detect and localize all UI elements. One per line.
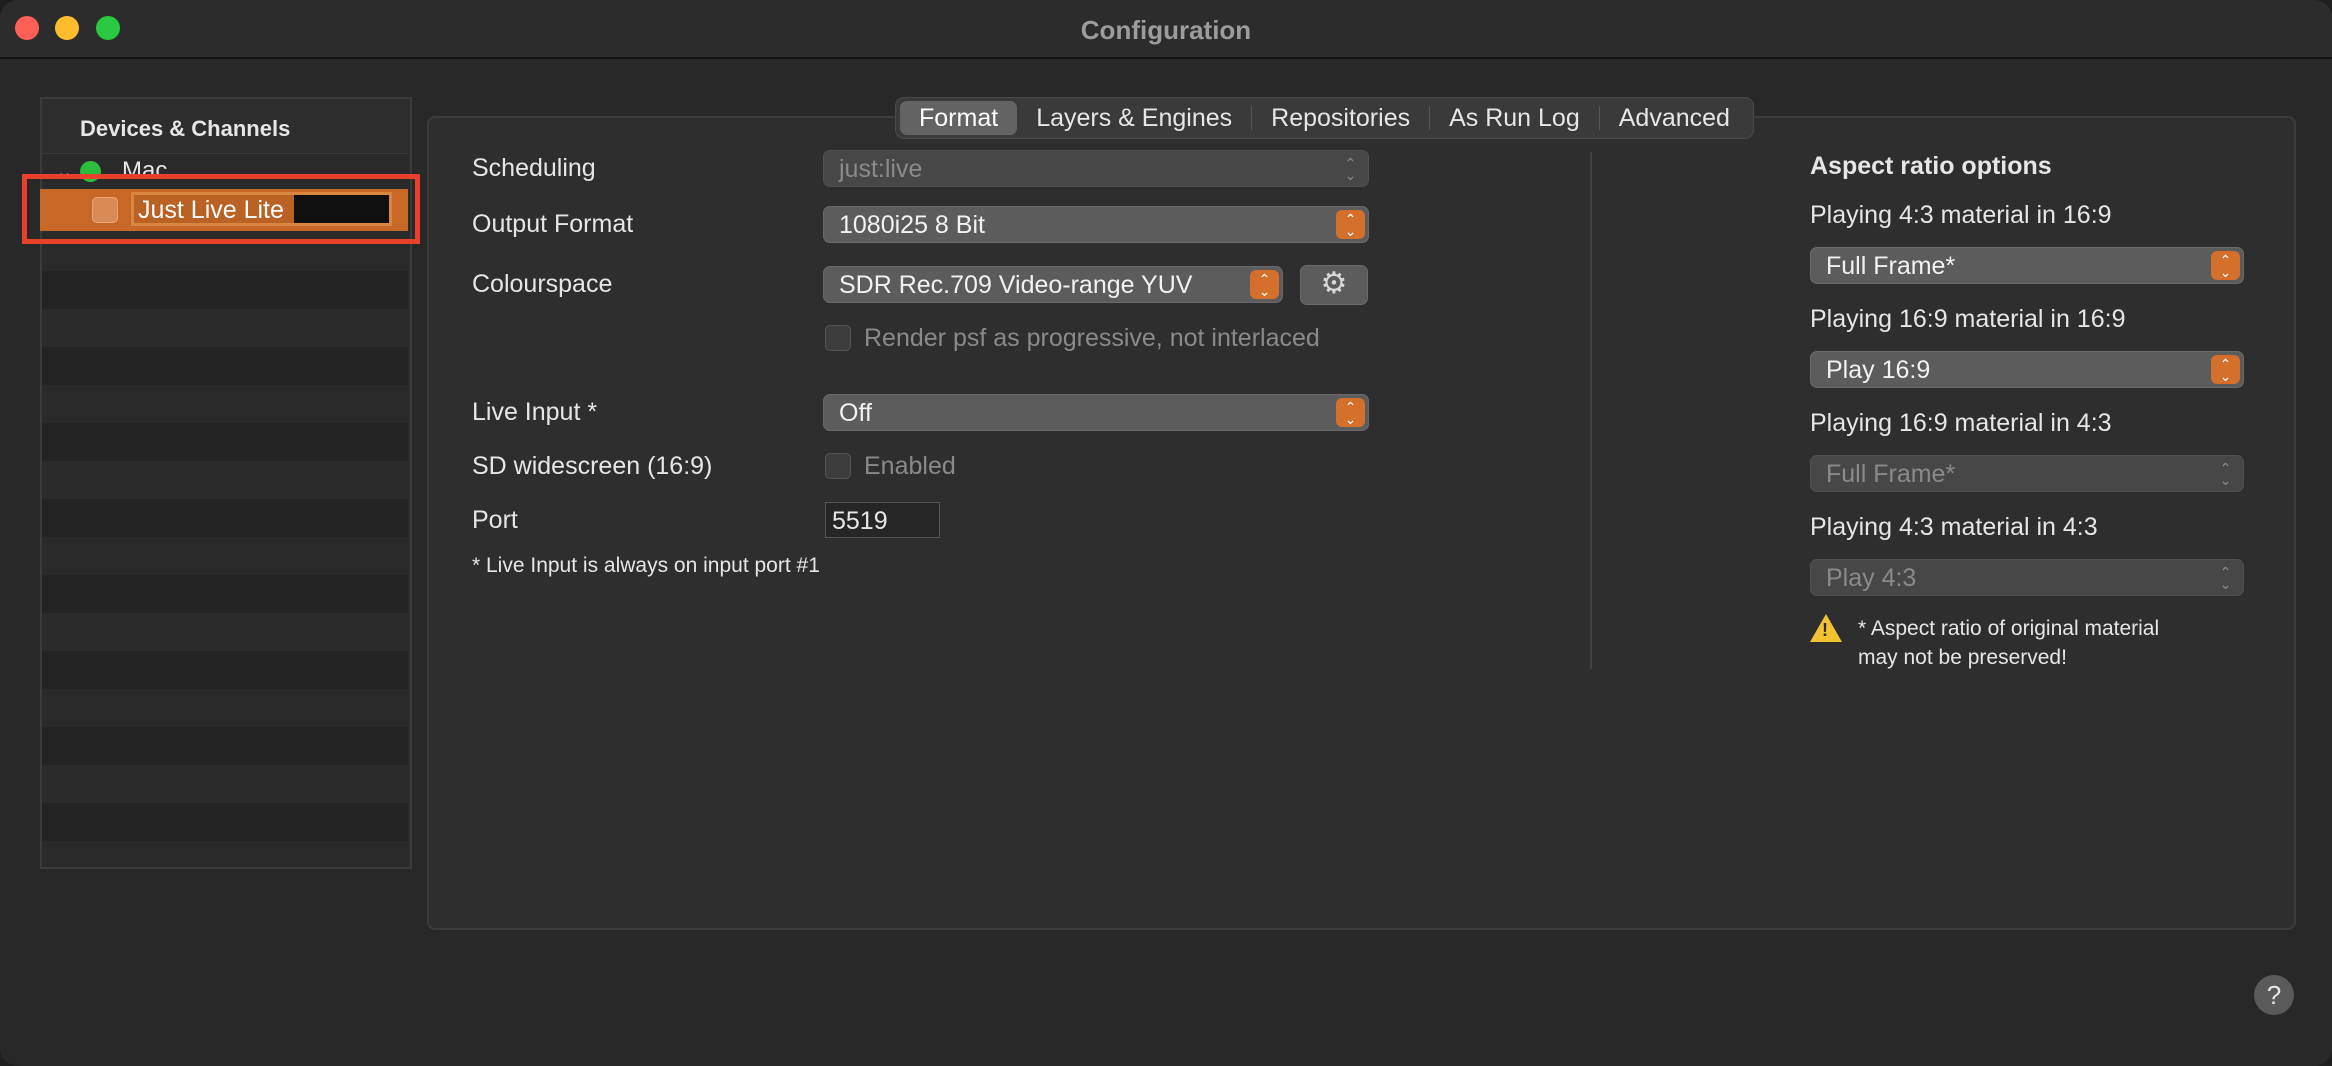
popup-arrows-icon: ⌃ ⌄ bbox=[1344, 154, 1357, 183]
output-format-popup[interactable]: 1080i25 8 Bit ⌃ ⌄ bbox=[823, 206, 1369, 243]
popup-arrows-icon: ⌃ ⌄ bbox=[2211, 251, 2240, 280]
help-button[interactable]: ? bbox=[2254, 975, 2294, 1015]
list-stripe bbox=[42, 803, 408, 841]
warning-icon: ! bbox=[1810, 614, 1842, 642]
tab-bar: Format Layers & Engines Repositories As … bbox=[895, 97, 1754, 139]
list-stripe bbox=[42, 727, 408, 765]
aspect-4-3-in-16-9-popup[interactable]: Full Frame* ⌃ ⌄ bbox=[1810, 247, 2244, 284]
aspect-option-label: Playing 4:3 material in 4:3 bbox=[1810, 513, 2098, 541]
aspect-4-3-in-4-3-popup: Play 4:3 ⌃ ⌄ bbox=[1810, 559, 2244, 596]
colourspace-value: SDR Rec.709 Video-range YUV bbox=[839, 271, 1193, 299]
popup-arrows-icon: ⌃ ⌄ bbox=[1336, 210, 1365, 239]
live-input-value: Off bbox=[839, 399, 872, 427]
sidebar-header: Devices & Channels bbox=[42, 99, 408, 154]
port-value: 5519 bbox=[832, 507, 888, 535]
aspect-ratio-title: Aspect ratio options bbox=[1810, 152, 2052, 180]
colourspace-popup[interactable]: SDR Rec.709 Video-range YUV ⌃ ⌄ bbox=[823, 266, 1283, 303]
colourspace-label: Colourspace bbox=[472, 270, 613, 298]
list-stripe bbox=[42, 499, 408, 537]
sd-widescreen-checkbox[interactable] bbox=[825, 453, 851, 479]
vertical-divider bbox=[1590, 152, 1592, 669]
aspect-option-label: Playing 4:3 material in 16:9 bbox=[1810, 201, 2112, 229]
warning-line: may not be preserved! bbox=[1858, 646, 2067, 669]
warning-line: * Aspect ratio of original material bbox=[1858, 617, 2160, 640]
popup-arrows-icon: ⌃ ⌄ bbox=[1336, 398, 1365, 427]
list-stripe bbox=[42, 347, 408, 385]
configuration-window: Configuration Devices & Channels ⌄ Mac J… bbox=[0, 0, 2332, 1066]
output-format-value: 1080i25 8 Bit bbox=[839, 211, 985, 239]
popup-arrows-icon: ⌃ ⌄ bbox=[2219, 563, 2232, 592]
aspect-16-9-in-4-3-popup: Full Frame* ⌃ ⌄ bbox=[1810, 455, 2244, 492]
aspect-option-value: Full Frame* bbox=[1826, 460, 1956, 488]
live-input-popup[interactable]: Off ⌃ ⌄ bbox=[823, 394, 1369, 431]
colourspace-settings-button[interactable]: ⚙ bbox=[1300, 265, 1368, 305]
scheduling-label: Scheduling bbox=[472, 154, 596, 182]
port-field[interactable]: 5519 bbox=[825, 502, 940, 538]
list-stripe bbox=[42, 651, 408, 689]
live-input-footnote: * Live Input is always on input port #1 bbox=[472, 554, 820, 577]
tab-advanced[interactable]: Advanced bbox=[1600, 101, 1749, 135]
live-input-label: Live Input * bbox=[472, 398, 598, 426]
aspect-option-value: Play 4:3 bbox=[1826, 564, 1917, 592]
popup-arrows-icon: ⌃ ⌄ bbox=[2211, 355, 2240, 384]
tab-format[interactable]: Format bbox=[900, 101, 1018, 135]
window-title: Configuration bbox=[1080, 15, 1252, 45]
popup-arrows-icon: ⌃ ⌄ bbox=[1250, 270, 1279, 299]
port-label: Port bbox=[472, 506, 518, 534]
aspect-16-9-in-16-9-popup[interactable]: Play 16:9 ⌃ ⌄ bbox=[1810, 351, 2244, 388]
list-stripe bbox=[42, 271, 408, 309]
render-psf-checkbox[interactable] bbox=[825, 325, 851, 351]
aspect-option-label: Playing 16:9 material in 16:9 bbox=[1810, 305, 2126, 333]
list-stripe bbox=[42, 423, 408, 461]
sd-widescreen-enabled-label: Enabled bbox=[864, 452, 956, 480]
scheduling-popup: just:live ⌃ ⌄ bbox=[823, 150, 1369, 187]
list-stripe bbox=[42, 575, 408, 613]
render-psf-label: Render psf as progressive, not interlace… bbox=[864, 324, 1320, 352]
aspect-option-label: Playing 16:9 material in 4:3 bbox=[1810, 409, 2112, 437]
aspect-option-value: Full Frame* bbox=[1826, 252, 1956, 280]
sd-widescreen-label: SD widescreen (16:9) bbox=[472, 452, 713, 480]
tab-as-run-log[interactable]: As Run Log bbox=[1430, 101, 1599, 135]
sidebar-header-label: Devices & Channels bbox=[80, 116, 291, 141]
output-format-label: Output Format bbox=[472, 210, 634, 238]
aspect-option-value: Play 16:9 bbox=[1826, 356, 1931, 384]
gear-icon: ⚙ bbox=[1320, 267, 1348, 300]
tab-repositories[interactable]: Repositories bbox=[1252, 101, 1429, 135]
highlight-annotation bbox=[22, 174, 420, 244]
popup-arrows-icon: ⌃ ⌄ bbox=[2219, 459, 2232, 488]
scheduling-value: just:live bbox=[839, 155, 923, 183]
tab-layers-engines[interactable]: Layers & Engines bbox=[1017, 101, 1251, 135]
titlebar: Configuration bbox=[0, 0, 2332, 59]
aspect-warning-text: * Aspect ratio of original material may … bbox=[1858, 614, 2248, 672]
